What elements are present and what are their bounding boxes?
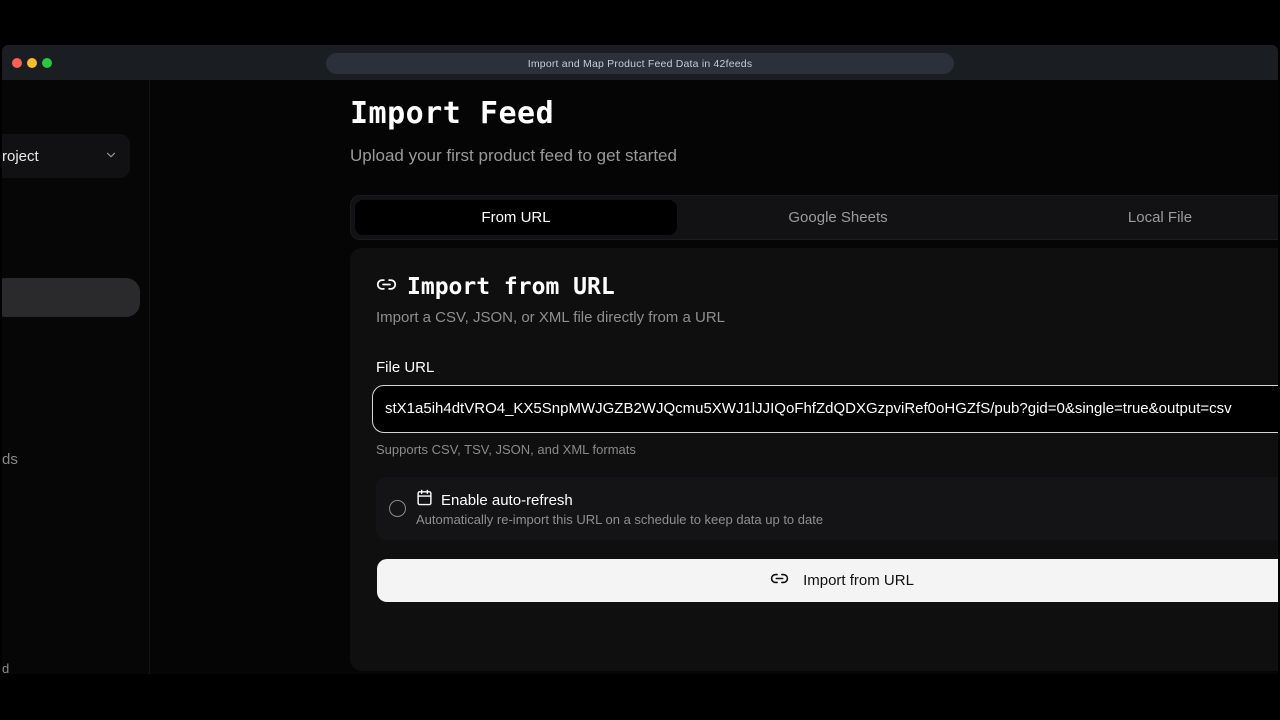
address-bar[interactable]: Import and Map Product Feed Data in 42fe… [326,53,954,74]
import-from-url-card: Import from URL Import a CSV, JSON, or X… [350,248,1278,671]
import-source-tabs: From URL Google Sheets Local File [350,195,1278,240]
sidebar-item-label[interactable]: ds [2,451,18,468]
sidebar-item-active[interactable] [2,278,140,317]
chevron-down-icon [104,148,118,167]
tab-local-file[interactable]: Local File [999,200,1278,235]
sidebar-bottom-label[interactable]: d [2,661,9,674]
auto-refresh-title: Enable auto-refresh [441,491,573,509]
auto-refresh-toggle[interactable] [389,500,406,517]
file-url-label: File URL [376,359,435,376]
browser-window: Import and Map Product Feed Data in 42fe… [2,45,1278,674]
sidebar: roject ds d [2,80,150,674]
maximize-window-button[interactable] [42,58,52,68]
title-bar: Import and Map Product Feed Data in 42fe… [2,45,1278,80]
auto-refresh-description: Automatically re-import this URL on a sc… [416,512,824,527]
tab-google-sheets[interactable]: Google Sheets [677,200,999,235]
main-content: Import Feed Upload your first product fe… [150,80,1278,674]
page-title: Import Feed [350,96,555,131]
auto-refresh-option[interactable]: Enable auto-refresh Automatically re-imp… [376,477,1278,540]
import-button-label: Import from URL [803,572,914,589]
card-title: Import from URL [407,274,615,300]
close-window-button[interactable] [12,58,22,68]
supported-formats-hint: Supports CSV, TSV, JSON, and XML formats [376,442,636,457]
file-url-input[interactable]: stX1a5ih4dtVRO4_KX5SnpMWJGZB2WJQcmu5XWJ1… [372,385,1278,433]
card-subtitle: Import a CSV, JSON, or XML file directly… [376,309,725,326]
import-from-url-button[interactable]: Import from URL [377,559,1278,602]
link-icon [770,569,789,592]
card-header: Import from URL [376,274,615,300]
link-icon [376,274,397,300]
window-title: Import and Map Product Feed Data in 42fe… [527,57,753,70]
tab-from-url[interactable]: From URL [355,200,677,235]
auto-refresh-header: Enable auto-refresh [416,489,573,511]
project-selector-label: roject [2,147,39,165]
page-subtitle: Upload your first product feed to get st… [350,146,677,165]
minimize-window-button[interactable] [27,58,37,68]
project-selector[interactable]: roject [2,134,130,178]
calendar-icon [416,489,433,511]
